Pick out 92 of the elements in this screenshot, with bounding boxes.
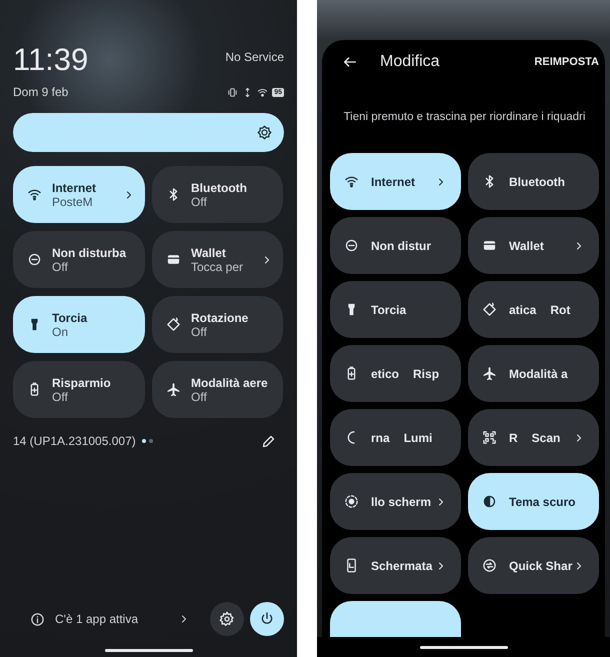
tile-title: Wallet bbox=[191, 246, 227, 260]
share-icon bbox=[482, 558, 497, 573]
tile[interactable]: Tema scuro bbox=[468, 473, 599, 530]
tile[interactable]: Risparmio Off bbox=[13, 361, 145, 418]
tile-title: etico bbox=[371, 366, 400, 380]
tile-title: Risp bbox=[413, 366, 440, 380]
date-label: Dom 9 feb bbox=[13, 85, 68, 99]
vibrate-icon bbox=[227, 86, 238, 98]
settings-icon bbox=[219, 611, 235, 627]
tile-title: atica bbox=[509, 302, 536, 316]
tile-title: Torcia bbox=[371, 302, 406, 316]
card-icon bbox=[166, 252, 181, 267]
instructions-text: Tieni premuto e trascina per riordinare i riquadri bbox=[342, 111, 586, 123]
tile-title: Wallet bbox=[509, 238, 544, 252]
page-dot[interactable] bbox=[148, 439, 153, 443]
tile-title: Scan bbox=[532, 430, 560, 444]
tile[interactable]: etico Risp bbox=[330, 345, 461, 402]
tile-title: Quick Shar bbox=[509, 558, 572, 572]
tile[interactable]: Rotazione Off bbox=[152, 296, 283, 353]
record-icon bbox=[344, 494, 359, 509]
settings-button[interactable] bbox=[210, 602, 244, 636]
tile[interactable]: Schermata bbox=[330, 537, 461, 594]
active-apps-link[interactable]: C'è 1 app attiva bbox=[55, 612, 138, 626]
tile[interactable]: Wallet bbox=[468, 217, 599, 274]
tile[interactable]: rna Lumi bbox=[330, 409, 461, 466]
airplane-icon bbox=[482, 366, 497, 381]
tile-title: Modalità aere bbox=[191, 376, 269, 390]
tile[interactable]: Non distur bbox=[330, 217, 461, 274]
tile[interactable]: Bluetooth bbox=[468, 153, 599, 210]
tile[interactable]: Modalità a bbox=[468, 345, 599, 402]
reset-button[interactable]: REIMPOSTA bbox=[534, 56, 599, 68]
tile[interactable]: Wallet Tocca per bbox=[152, 231, 283, 288]
tile-title: Schermata bbox=[371, 558, 432, 572]
power-icon bbox=[259, 611, 275, 627]
tile-title: Tema scuro bbox=[509, 494, 576, 508]
tile-status: Off bbox=[191, 324, 208, 338]
wifi-icon bbox=[27, 187, 42, 202]
carrier-label: No Service bbox=[225, 50, 284, 66]
tile[interactable]: Quick Shar bbox=[468, 537, 599, 594]
rotate-icon bbox=[482, 302, 497, 317]
wifi-icon bbox=[257, 86, 268, 98]
tile-title: Internet bbox=[52, 180, 98, 194]
tile[interactable]: Modalità aere Off bbox=[152, 361, 283, 418]
tile-title: rna bbox=[371, 430, 390, 444]
tile-title: Non distur bbox=[371, 238, 431, 252]
edit-icon bbox=[261, 434, 276, 448]
tile-title: Lumi bbox=[404, 430, 432, 444]
tile-status: Off bbox=[52, 390, 69, 404]
tile-status: Off bbox=[191, 390, 208, 404]
tile[interactable]: Internet PosteM bbox=[13, 166, 145, 223]
tile[interactable]: atica Rot bbox=[468, 281, 599, 338]
tile[interactable]: llo scherm bbox=[330, 473, 461, 530]
screen-title: Modifica bbox=[380, 53, 440, 71]
tile-title: Non disturba bbox=[52, 246, 128, 260]
brightness-slider[interactable] bbox=[13, 113, 284, 152]
tile-status: On bbox=[52, 324, 70, 338]
tile-title: R bbox=[509, 430, 518, 444]
qr-icon bbox=[482, 430, 497, 445]
tile[interactable]: Torcia On bbox=[13, 296, 145, 353]
phone-icon bbox=[344, 558, 359, 573]
home-indicator[interactable] bbox=[420, 646, 508, 648]
tile-title: Modalità a bbox=[509, 366, 568, 380]
wifi-icon bbox=[344, 174, 359, 189]
tile-title: Bluetooth bbox=[509, 174, 565, 188]
tile-title: Risparmio bbox=[52, 376, 112, 390]
page-dot[interactable] bbox=[142, 439, 146, 443]
tile-title: Rotazione bbox=[191, 310, 250, 324]
power-button[interactable] bbox=[250, 602, 284, 636]
build-number: 14 (UP1A.231005.007) bbox=[13, 434, 136, 448]
tile[interactable]: Torcia bbox=[330, 281, 461, 338]
tile-status: Off bbox=[191, 194, 208, 208]
clock: 11:39 bbox=[13, 42, 88, 78]
minus-circle-icon bbox=[27, 252, 42, 267]
tile-title: Rot bbox=[550, 302, 570, 316]
tile-status: Off bbox=[52, 260, 69, 274]
card-icon bbox=[482, 238, 497, 253]
tile[interactable]: Internet bbox=[330, 153, 461, 210]
tile[interactable]: Non disturba Off bbox=[13, 231, 145, 288]
tile[interactable]: R Scan bbox=[468, 409, 599, 466]
rotate-icon bbox=[166, 317, 181, 332]
tile-title: Internet bbox=[371, 174, 416, 188]
half-circle-icon bbox=[482, 494, 497, 509]
brightness-icon bbox=[257, 125, 272, 140]
info-icon bbox=[30, 612, 45, 626]
minus-circle-icon bbox=[344, 238, 359, 253]
tile-title: Torcia bbox=[52, 310, 88, 324]
airplane-icon bbox=[166, 382, 181, 397]
tile[interactable]: Bluetooth Off bbox=[152, 166, 283, 223]
tile-title: llo scherm bbox=[371, 494, 432, 508]
tile-title: Bluetooth bbox=[191, 180, 248, 194]
tile-status: PosteM bbox=[52, 194, 94, 208]
tile-status: Tocca per bbox=[191, 260, 244, 274]
